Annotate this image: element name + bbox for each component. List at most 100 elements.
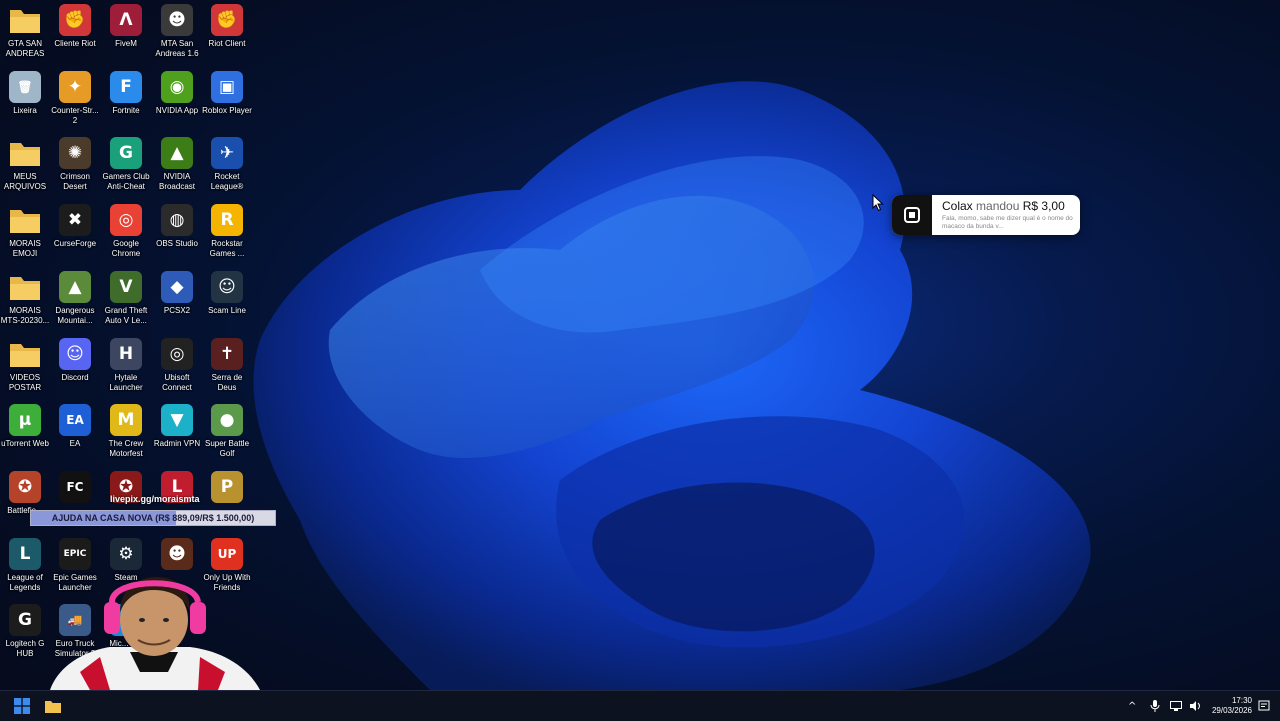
- desktop-icon[interactable]: H Hytale Launcher: [101, 338, 151, 404]
- nvidia-icon: ◉: [161, 71, 193, 103]
- desktop-icon[interactable]: ☺ Scam Line: [202, 271, 252, 337]
- desktop-icon[interactable]: ✈ Rocket League®: [202, 137, 252, 203]
- desktop-icon-label: Rocket League®: [210, 172, 244, 191]
- desktop-icon[interactable]: MORAIS MTS-20230...: [0, 271, 50, 337]
- desktop-icon[interactable]: V Grand Theft Auto V Le...: [101, 271, 151, 337]
- desktop-icon[interactable]: F Fortnite: [101, 71, 151, 137]
- desktop-icon[interactable]: ✪: [101, 471, 151, 537]
- desktop-icon[interactable]: L: [152, 471, 202, 537]
- serra-de-deus-icon: ✝: [211, 338, 243, 370]
- desktop-icon[interactable]: ◆ PCSX2: [152, 271, 202, 337]
- nvidia-broadcast-icon: ▲: [161, 137, 193, 169]
- desktop-icon[interactable]: Λ FiveM: [101, 4, 151, 70]
- desktop-icon-label: Gamers Club Anti-Cheat: [102, 172, 150, 191]
- donation-goal-text: AJUDA NA CASA NOVA (R$ 889,09/R$ 1.500,0…: [51, 513, 255, 523]
- riot-icon: ✊: [211, 4, 243, 36]
- fortnite-icon: F: [110, 71, 142, 103]
- volume-icon[interactable]: [1190, 701, 1202, 711]
- taskbar: ^ 17:30 29/03/2026: [0, 690, 1280, 721]
- desktop-icon[interactable]: R Rockstar Games ...: [202, 204, 252, 270]
- notification-sender: Colax: [942, 199, 973, 213]
- desktop-icon[interactable]: VIDEOS POSTAR: [0, 338, 50, 404]
- mouse-cursor-icon: [872, 194, 884, 212]
- desktop-icon[interactable]: 🗑 Lixeira: [0, 71, 50, 137]
- recycle-bin-icon: 🗑: [9, 71, 41, 103]
- desktop-icon[interactable]: ● Super Battle Golf: [202, 404, 252, 470]
- start-button[interactable]: [8, 691, 36, 721]
- logitech-icon: G: [9, 604, 41, 636]
- desktop-icon[interactable]: ▣ Roblox Player: [202, 71, 252, 137]
- desktop-icon-label: NVIDIA Broadcast: [158, 172, 196, 191]
- desktop-icon[interactable]: ◎ Google Chrome: [101, 204, 151, 270]
- desktop-icon[interactable]: EA EA: [50, 404, 100, 470]
- gamers-club-icon: G: [110, 137, 142, 169]
- desktop-icon[interactable]: ✦ Counter-Str... 2: [50, 71, 100, 137]
- desktop-icon[interactable]: ✊ Riot Client: [202, 4, 252, 70]
- folder-icon: [9, 271, 41, 303]
- desktop-icon[interactable]: ✝ Serra de Deus: [202, 338, 252, 404]
- desktop-icon-label: Radmin VPN: [153, 439, 201, 448]
- desktop-icon[interactable]: ✪ Battlefie...: [0, 471, 50, 537]
- desktop-icon-label: Roblox Player: [202, 106, 252, 115]
- desktop-icon-label: Cliente Riot: [54, 39, 96, 48]
- chrome-icon: ◎: [110, 204, 142, 236]
- desktop-icon[interactable]: P: [202, 471, 252, 537]
- rocket-league-icon: ✈: [211, 137, 243, 169]
- desktop-icon[interactable]: ▲ Dangerous Mountai...: [50, 271, 100, 337]
- donation-link-text: livepix.gg/moraismta: [110, 494, 200, 504]
- hytale-icon: H: [110, 338, 142, 370]
- clock-date: 29/03/2026: [1211, 706, 1252, 715]
- desktop-icon-label: Dangerous Mountai...: [55, 306, 95, 325]
- desktop-icon[interactable]: ◎ Ubisoft Connect: [152, 338, 202, 404]
- donation-notification: Colax mandou R$ 3,00 Fala, momo, sabe me…: [892, 195, 1080, 235]
- desktop-icon[interactable]: M The Crew Motorfest: [101, 404, 151, 470]
- counter-strike-icon: ✦: [59, 71, 91, 103]
- desktop-icon[interactable]: ◉ NVIDIA App: [152, 71, 202, 137]
- rockstar-icon: R: [211, 204, 243, 236]
- fivem-icon: Λ: [110, 4, 142, 36]
- desktop-icon-label: Counter-Str... 2: [51, 106, 99, 125]
- ubisoft-icon: ◎: [161, 338, 193, 370]
- discord-icon: ☺: [59, 338, 91, 370]
- desktop-icon[interactable]: ▼ Radmin VPN: [152, 404, 202, 470]
- desktop-icon[interactable]: ✺ Crimson Desert: [50, 137, 100, 203]
- desktop-icon[interactable]: GTA SAN ANDREAS: [0, 4, 50, 70]
- desktop-icon-label: GTA SAN ANDREAS: [5, 39, 45, 58]
- desktop-icon[interactable]: µ uTorrent Web: [0, 404, 50, 470]
- clock-time: 17:30: [1231, 696, 1252, 705]
- notification-bell-icon[interactable]: [1258, 700, 1270, 712]
- chevron-up-icon[interactable]: ^: [1128, 701, 1136, 712]
- desktop-icon[interactable]: MORAIS EMOJI: [0, 204, 50, 270]
- notification-amount: R$ 3,00: [1022, 199, 1065, 213]
- desktop-icon-label: Fortnite: [112, 106, 140, 115]
- folder-icon: [9, 4, 41, 36]
- desktop-icon[interactable]: ☺ Discord: [50, 338, 100, 404]
- taskbar-clock[interactable]: 17:30 29/03/2026: [1212, 696, 1252, 716]
- battlefield-icon: ✪: [9, 471, 41, 503]
- desktop-icon-label: Google Chrome: [111, 239, 141, 258]
- folder-icon: [9, 204, 41, 236]
- mta-icon: ☻: [161, 4, 193, 36]
- desktop-icon-label: Discord: [61, 373, 89, 382]
- desktop-icon[interactable]: G Gamers Club Anti-Cheat: [101, 137, 151, 203]
- webcam-overlay: [40, 572, 268, 690]
- windows-logo-icon: [14, 698, 30, 714]
- desktop-icon[interactable]: ▲ NVIDIA Broadcast: [152, 137, 202, 203]
- desktop-icon[interactable]: ✖ CurseForge: [50, 204, 100, 270]
- fc-icon: FC: [59, 471, 91, 503]
- desktop-icon[interactable]: MEUS ARQUIVOS: [0, 137, 50, 203]
- desktop-icon[interactable]: ☻ MTA San Andreas 1.6: [152, 4, 202, 70]
- microphone-icon[interactable]: [1150, 700, 1160, 712]
- desktop-icon-label: MTA San Andreas 1.6: [155, 39, 199, 58]
- the-crew-icon: M: [110, 404, 142, 436]
- desktop-icon-label: Lixeira: [13, 106, 37, 115]
- desktop-icon[interactable]: FC: [50, 471, 100, 537]
- file-explorer-button[interactable]: [40, 691, 66, 721]
- folder-icon: [9, 338, 41, 370]
- desktop-icon-label: The Crew Motorfest: [108, 439, 144, 458]
- network-icon[interactable]: [1170, 701, 1183, 711]
- super-battle-golf-icon: ●: [211, 404, 243, 436]
- desktop-icon[interactable]: ✊ Cliente Riot: [50, 4, 100, 70]
- desktop-icon[interactable]: ◍ OBS Studio: [152, 204, 202, 270]
- roblox-icon: ▣: [211, 71, 243, 103]
